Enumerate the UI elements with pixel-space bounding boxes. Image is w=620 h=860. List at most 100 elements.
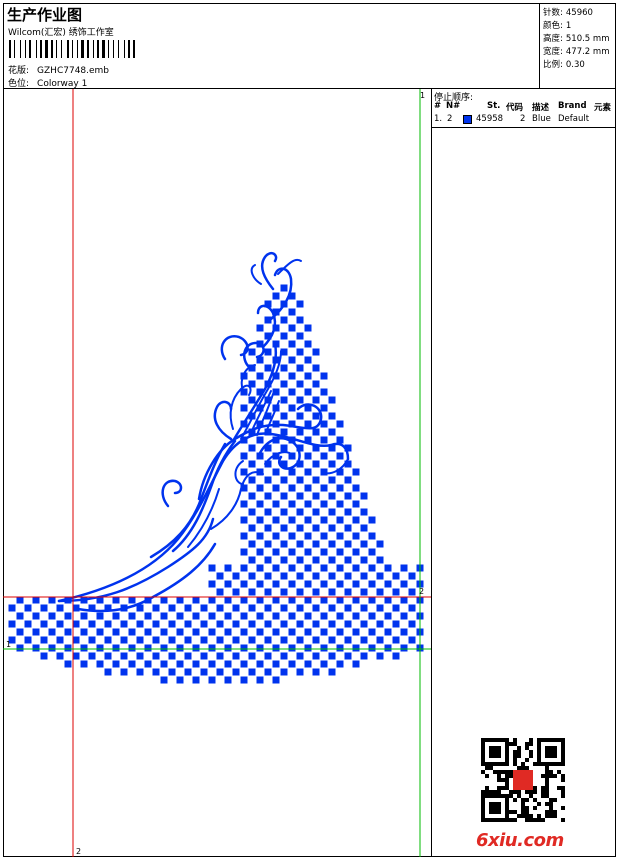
checker-square xyxy=(264,348,272,356)
checker-square xyxy=(88,620,96,628)
checker-square xyxy=(112,612,120,620)
barcode-bar xyxy=(67,40,69,58)
checker-square xyxy=(112,628,120,636)
checker-square xyxy=(256,676,264,684)
checker-square xyxy=(336,500,344,508)
panel-divider xyxy=(432,127,616,128)
barcode-bar xyxy=(49,40,50,58)
checker-square xyxy=(360,540,368,548)
checker-square xyxy=(304,516,312,524)
checker-square xyxy=(240,612,248,620)
barcode-bar xyxy=(45,40,48,58)
checker-square xyxy=(360,508,368,516)
checker-square xyxy=(352,596,360,604)
table-row[interactable]: 1. 2 45958 2 Blue Default xyxy=(432,114,616,126)
checker-square xyxy=(240,660,248,668)
barcode-bar xyxy=(54,40,55,58)
checker-square xyxy=(320,468,328,476)
ornament-swirl xyxy=(57,251,350,613)
checker-square xyxy=(328,668,336,676)
checker-square xyxy=(280,476,288,484)
checker-square xyxy=(400,612,408,620)
checker-square xyxy=(56,620,64,628)
checker-square xyxy=(248,396,256,404)
barcode-bar xyxy=(77,40,78,58)
guide-marker-red-v: 2 xyxy=(76,847,82,856)
checker-square xyxy=(216,620,224,628)
checker-square xyxy=(136,668,144,676)
checker-square xyxy=(336,452,344,460)
checker-square xyxy=(256,436,264,444)
checker-square xyxy=(328,556,336,564)
checker-square xyxy=(72,652,80,660)
checker-square xyxy=(320,436,328,444)
checker-square xyxy=(168,604,176,612)
barcode-bar xyxy=(97,40,99,58)
checker-square xyxy=(368,580,376,588)
checker-square xyxy=(272,628,280,636)
checker-square xyxy=(176,660,184,668)
checker-square xyxy=(176,676,184,684)
checker-square xyxy=(184,636,192,644)
checker-square xyxy=(304,660,312,668)
checker-square xyxy=(344,508,352,516)
checker-square xyxy=(136,636,144,644)
checker-square xyxy=(224,596,232,604)
checker-square xyxy=(280,524,288,532)
checker-square xyxy=(344,524,352,532)
checker-square xyxy=(368,532,376,540)
checker-square xyxy=(128,660,136,668)
barcode-bar xyxy=(61,40,62,58)
checker-square xyxy=(256,500,264,508)
checker-square xyxy=(280,396,288,404)
checker-square xyxy=(344,652,352,660)
checker-square xyxy=(352,532,360,540)
barcode-bar xyxy=(36,40,37,58)
checker-square xyxy=(256,532,264,540)
checker-square xyxy=(112,644,120,652)
page-title: 生产作业图 xyxy=(7,6,83,24)
checker-square xyxy=(208,628,216,636)
checker-square xyxy=(48,644,56,652)
checker-square xyxy=(40,604,48,612)
checker-square xyxy=(264,364,272,372)
checker-square xyxy=(304,324,312,332)
checker-square xyxy=(264,668,272,676)
checker-square xyxy=(368,564,376,572)
col-n: N# xyxy=(446,101,461,111)
checker-square xyxy=(328,524,336,532)
checker-square xyxy=(376,588,384,596)
checker-square xyxy=(144,660,152,668)
barcode-bar xyxy=(106,40,107,58)
checker-square xyxy=(296,412,304,420)
checker-square xyxy=(344,620,352,628)
checker-square xyxy=(128,644,136,652)
checker-square xyxy=(320,500,328,508)
checker-square xyxy=(312,364,320,372)
checker-square xyxy=(176,596,184,604)
checker-square xyxy=(240,532,248,540)
checker-square xyxy=(272,660,280,668)
checker-square xyxy=(296,508,304,516)
checker-square xyxy=(256,644,264,652)
checker-square xyxy=(328,396,336,404)
checker-square xyxy=(304,468,312,476)
checker-square xyxy=(256,580,264,588)
checker-square xyxy=(336,420,344,428)
checker-square xyxy=(256,612,264,620)
checker-square xyxy=(352,548,360,556)
checker-square xyxy=(344,556,352,564)
design-canvas[interactable]: 1 2 2 1 xyxy=(3,89,432,857)
checker-square xyxy=(304,628,312,636)
checker-square xyxy=(152,636,160,644)
checker-square xyxy=(224,564,232,572)
checker-square xyxy=(320,612,328,620)
checker-square xyxy=(280,444,288,452)
checker-square xyxy=(80,660,88,668)
checker-square xyxy=(336,564,344,572)
design-label: 花版: xyxy=(8,66,30,76)
studio-name: Wilcom(汇宏) 绣饰工作室 xyxy=(8,28,114,38)
qr-logo-icon xyxy=(513,770,533,790)
checker-square xyxy=(32,596,40,604)
barcode-bar xyxy=(85,40,86,58)
